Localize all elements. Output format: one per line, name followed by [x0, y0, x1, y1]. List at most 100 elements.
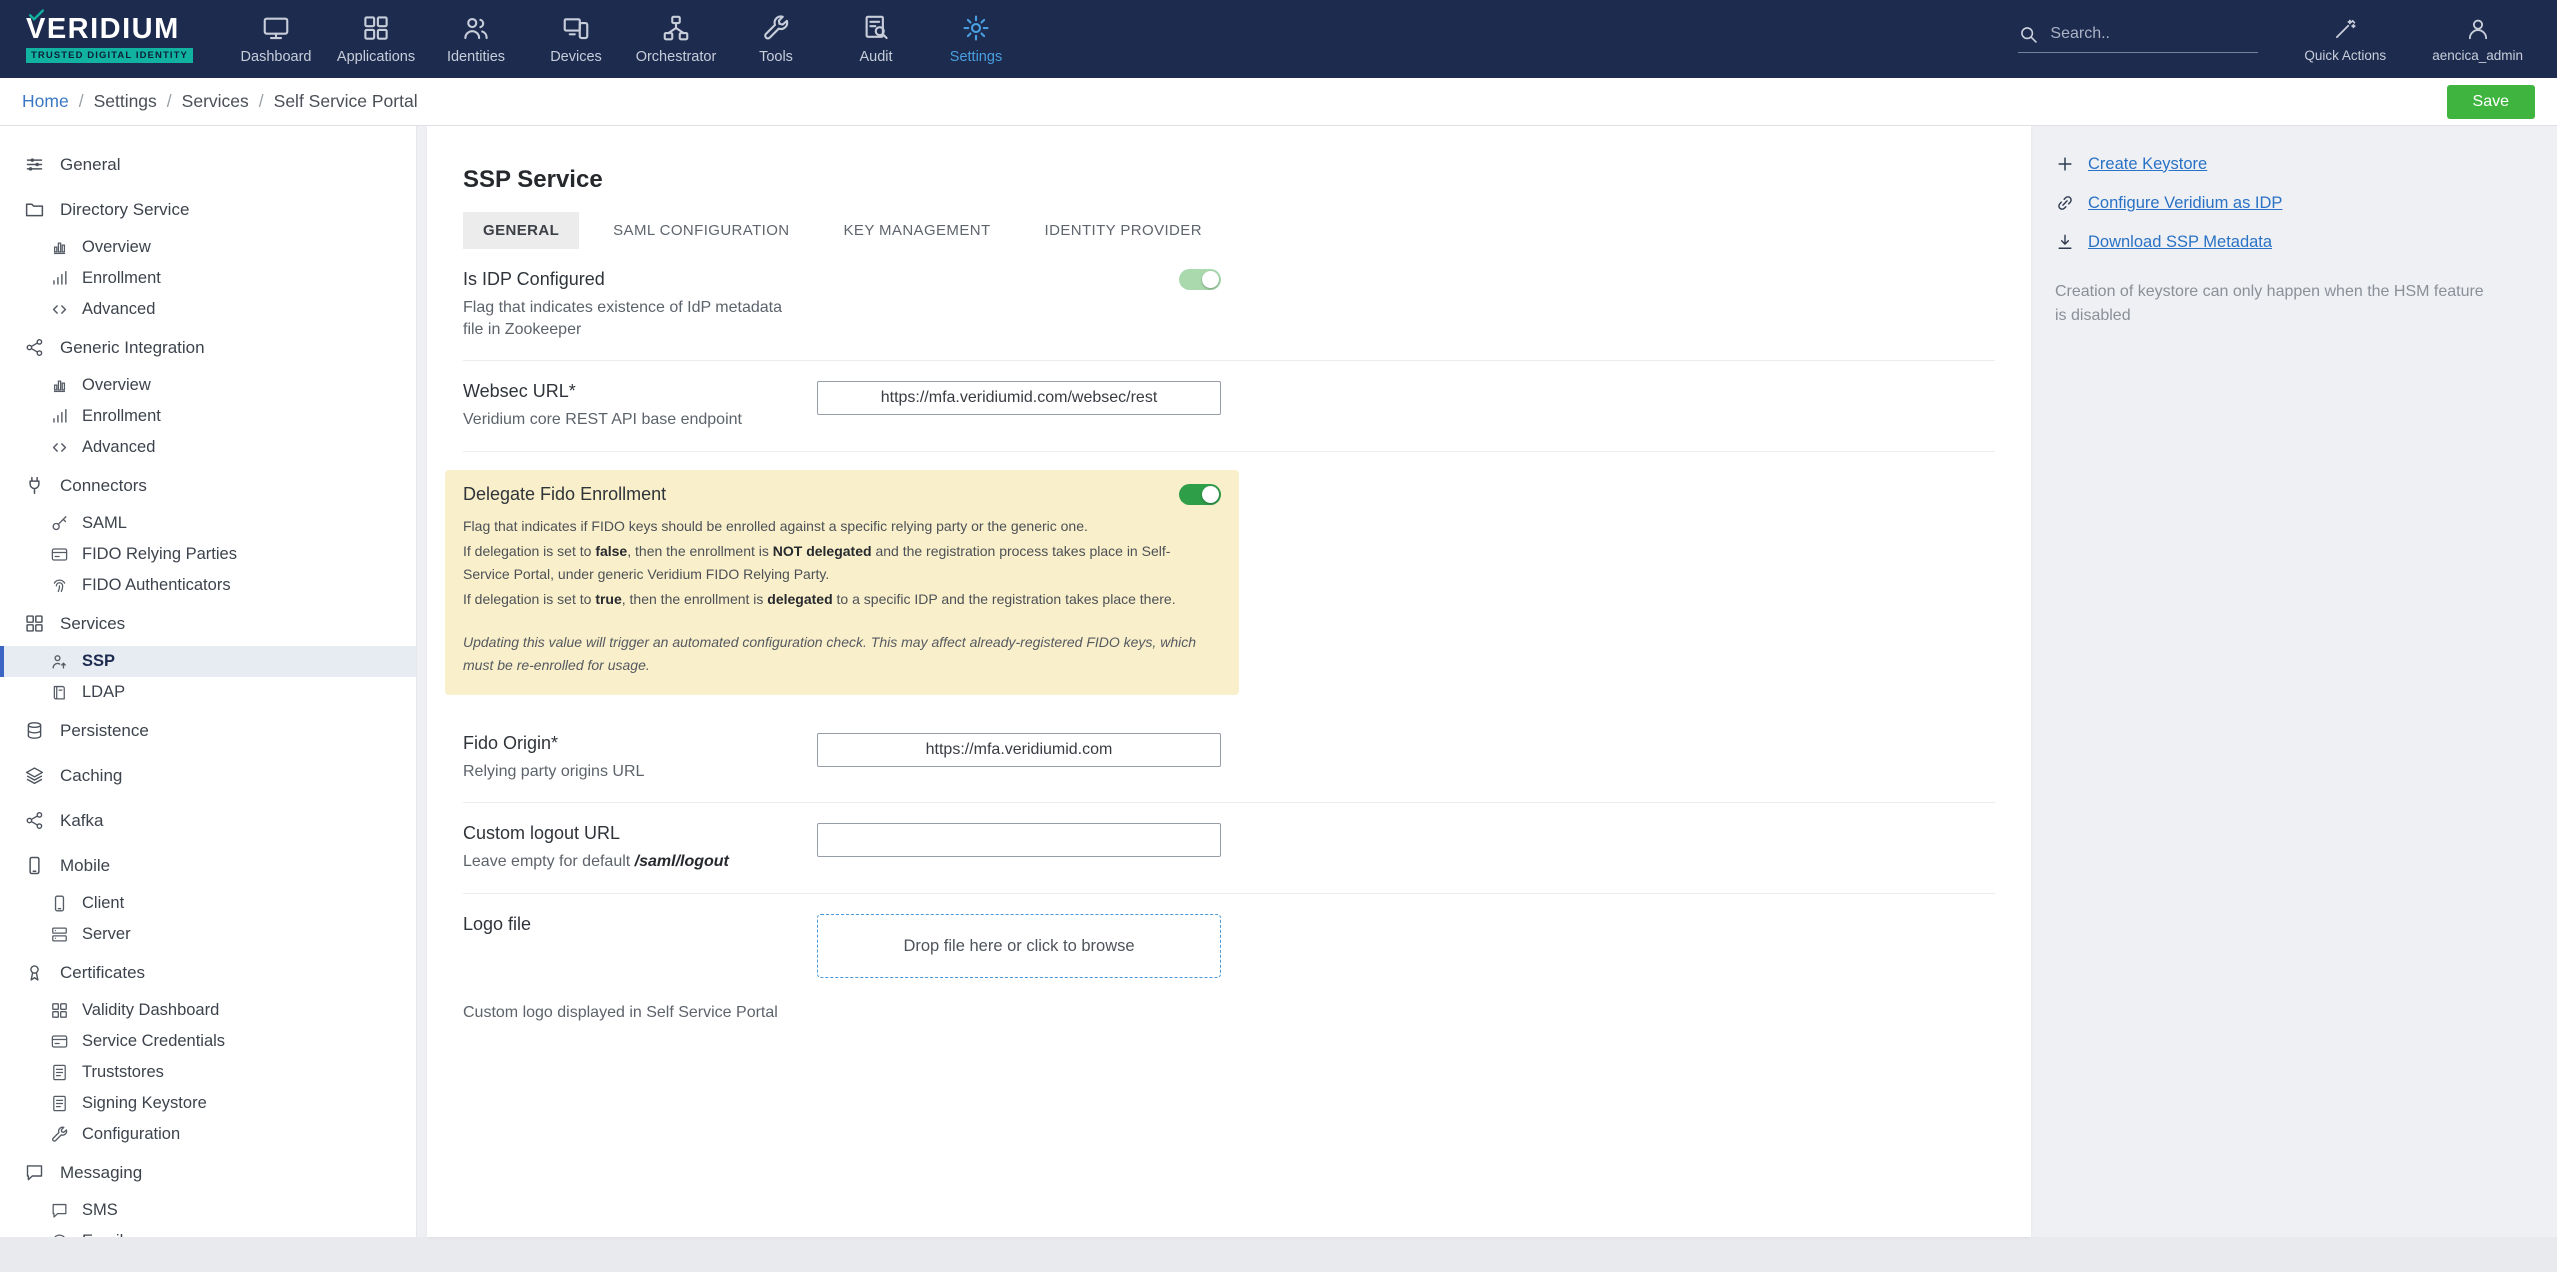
- sidebar-item-gi-advanced[interactable]: Advanced: [0, 432, 416, 463]
- fido-origin-input[interactable]: [817, 732, 1221, 767]
- sidebar-item-gi-enrollment[interactable]: Enrollment: [0, 401, 416, 432]
- action-link-label: Create Keystore: [2088, 154, 2208, 173]
- sidebar-item-fido-authenticators[interactable]: FIDO Authenticators: [0, 570, 416, 601]
- sidebar-item-gi-overview[interactable]: Overview: [0, 370, 416, 401]
- sidebar-item-client[interactable]: Client: [0, 888, 416, 919]
- nav-orchestrator[interactable]: Orchestrator: [626, 3, 726, 75]
- certificate-icon: [24, 962, 45, 983]
- sidebar-item-mobile[interactable]: Mobile: [0, 843, 416, 888]
- quick-actions-label: Quick Actions: [2304, 47, 2387, 63]
- nav-settings[interactable]: Settings: [926, 3, 1026, 75]
- sidebar-item-configuration[interactable]: Configuration: [0, 1119, 416, 1150]
- sidebar-item-label: Truststores: [82, 1063, 164, 1081]
- websec-url-input[interactable]: [817, 381, 1221, 416]
- sidebar-item-fido-relying-parties[interactable]: FIDO Relying Parties: [0, 539, 416, 570]
- sidebar-item-label: FIDO Authenticators: [82, 576, 231, 594]
- custom-logout-url-input[interactable]: [817, 823, 1221, 858]
- nav-tools[interactable]: Tools: [726, 3, 826, 75]
- sidebar-item-directory-service[interactable]: Directory Service: [0, 187, 416, 232]
- plus-icon: [2055, 154, 2075, 174]
- layers-icon: [24, 765, 45, 786]
- sidebar-item-service-credentials[interactable]: Service Credentials: [0, 1026, 416, 1057]
- sidebar-item-sms[interactable]: SMS: [0, 1195, 416, 1226]
- is-idp-configured-toggle[interactable]: [1179, 269, 1221, 291]
- settings-sidebar: General Directory Service Overview Enrol…: [0, 126, 417, 1237]
- nav-identities[interactable]: Identities: [426, 3, 526, 75]
- sidebar-item-general[interactable]: General: [0, 142, 416, 187]
- content-area: General Directory Service Overview Enrol…: [0, 126, 2557, 1237]
- sidebar-item-server[interactable]: Server: [0, 919, 416, 950]
- code-icon: [50, 438, 69, 457]
- nav-label: Devices: [550, 49, 602, 65]
- sidebar-item-services[interactable]: Services: [0, 601, 416, 646]
- actions-panel: Create Keystore Configure Veridium as ID…: [2031, 126, 2557, 1237]
- field-is-idp-configured: Is IDP Configured Flag that indicates ex…: [463, 249, 1995, 362]
- nav-applications[interactable]: Applications: [326, 3, 426, 75]
- grid-icon: [24, 613, 45, 634]
- sidebar-item-connectors[interactable]: Connectors: [0, 463, 416, 508]
- sidebar-item-label: Advanced: [82, 438, 156, 456]
- sidebar-item-saml[interactable]: SAML: [0, 508, 416, 539]
- search-input[interactable]: [2048, 24, 2259, 44]
- sidebar-item-label: Kafka: [60, 810, 104, 830]
- sidebar-item-ldap[interactable]: LDAP: [0, 677, 416, 708]
- ssp-service-panel: SSP Service GENERAL SAML CONFIGURATION K…: [427, 126, 2031, 1237]
- sidebar-item-label: Validity Dashboard: [82, 1001, 220, 1019]
- kafka-icon: [24, 810, 45, 831]
- sidebar-item-label: Server: [82, 925, 131, 943]
- sidebar-item-kafka[interactable]: Kafka: [0, 798, 416, 843]
- sidebar-item-caching[interactable]: Caching: [0, 753, 416, 798]
- sidebar-item-ssp[interactable]: SSP: [0, 646, 416, 677]
- sidebar-item-label: Directory Service: [60, 199, 190, 219]
- tab-general[interactable]: GENERAL: [463, 212, 580, 250]
- save-button[interactable]: Save: [2446, 84, 2535, 119]
- devices-icon: [561, 13, 591, 43]
- applications-icon: [361, 13, 391, 43]
- nav-label: Orchestrator: [635, 49, 717, 65]
- toggle-knob: [1202, 271, 1219, 289]
- sidebar-item-generic-integration[interactable]: Generic Integration: [0, 325, 416, 370]
- sidebar-item-validity-dashboard[interactable]: Validity Dashboard: [0, 995, 416, 1026]
- nav-audit[interactable]: Audit: [826, 3, 926, 75]
- quick-actions-icon: [2332, 16, 2358, 42]
- sidebar-item-ds-advanced[interactable]: Advanced: [0, 294, 416, 325]
- field-label: Delegate Fido Enrollment: [463, 483, 667, 504]
- user-menu[interactable]: aencica_admin: [2432, 16, 2523, 63]
- create-keystore-link[interactable]: Create Keystore: [2055, 154, 2531, 174]
- sidebar-item-ds-overview[interactable]: Overview: [0, 232, 416, 263]
- sidebar-item-messaging[interactable]: Messaging: [0, 1150, 416, 1195]
- tab-identity-provider[interactable]: IDENTITY PROVIDER: [1025, 212, 1222, 249]
- card-icon: [50, 545, 69, 564]
- quick-actions-button[interactable]: Quick Actions: [2304, 16, 2386, 63]
- book-icon: [50, 683, 69, 702]
- nav-dashboard[interactable]: Dashboard: [226, 3, 326, 75]
- topbar-right: Quick Actions aencica_admin: [2018, 16, 2531, 63]
- configure-veridium-as-idp-link[interactable]: Configure Veridium as IDP: [2055, 193, 2531, 213]
- tab-key-management[interactable]: KEY MANAGEMENT: [824, 212, 1011, 249]
- breadcrumb-services[interactable]: Services: [182, 91, 249, 112]
- sidebar-item-label: Certificates: [60, 962, 146, 982]
- field-label: Custom logout URL: [463, 823, 621, 844]
- identities-icon: [461, 13, 491, 43]
- nav-label: Dashboard: [240, 49, 312, 65]
- sidebar-item-ds-enrollment[interactable]: Enrollment: [0, 263, 416, 294]
- sidebar-item-label: Connectors: [60, 475, 147, 495]
- sidebar-item-certificates[interactable]: Certificates: [0, 950, 416, 995]
- user-icon: [2465, 16, 2491, 42]
- tab-bar: GENERAL SAML CONFIGURATION KEY MANAGEMEN…: [463, 212, 1995, 250]
- logo-file-dropzone[interactable]: Drop file here or click to browse: [817, 914, 1221, 979]
- delegate-description-line: If delegation is set to true, then the e…: [463, 590, 1176, 607]
- breadcrumb-settings[interactable]: Settings: [94, 91, 157, 112]
- breadcrumb-home[interactable]: Home: [22, 91, 69, 112]
- sidebar-item-persistence[interactable]: Persistence: [0, 708, 416, 753]
- tab-saml-configuration[interactable]: SAML CONFIGURATION: [593, 212, 809, 249]
- sidebar-item-truststores[interactable]: Truststores: [0, 1057, 416, 1088]
- delegate-fido-enrollment-section: Delegate Fido Enrollment Flag that indic…: [445, 469, 1239, 695]
- delegate-fido-toggle[interactable]: [1179, 483, 1221, 505]
- phone-icon: [50, 894, 69, 913]
- nav-devices[interactable]: Devices: [526, 3, 626, 75]
- sidebar-item-email[interactable]: Email: [0, 1226, 416, 1237]
- sidebar-item-signing-keystore[interactable]: Signing Keystore: [0, 1088, 416, 1119]
- download-ssp-metadata-link[interactable]: Download SSP Metadata: [2055, 232, 2531, 252]
- breadcrumb-separator: /: [78, 91, 84, 111]
